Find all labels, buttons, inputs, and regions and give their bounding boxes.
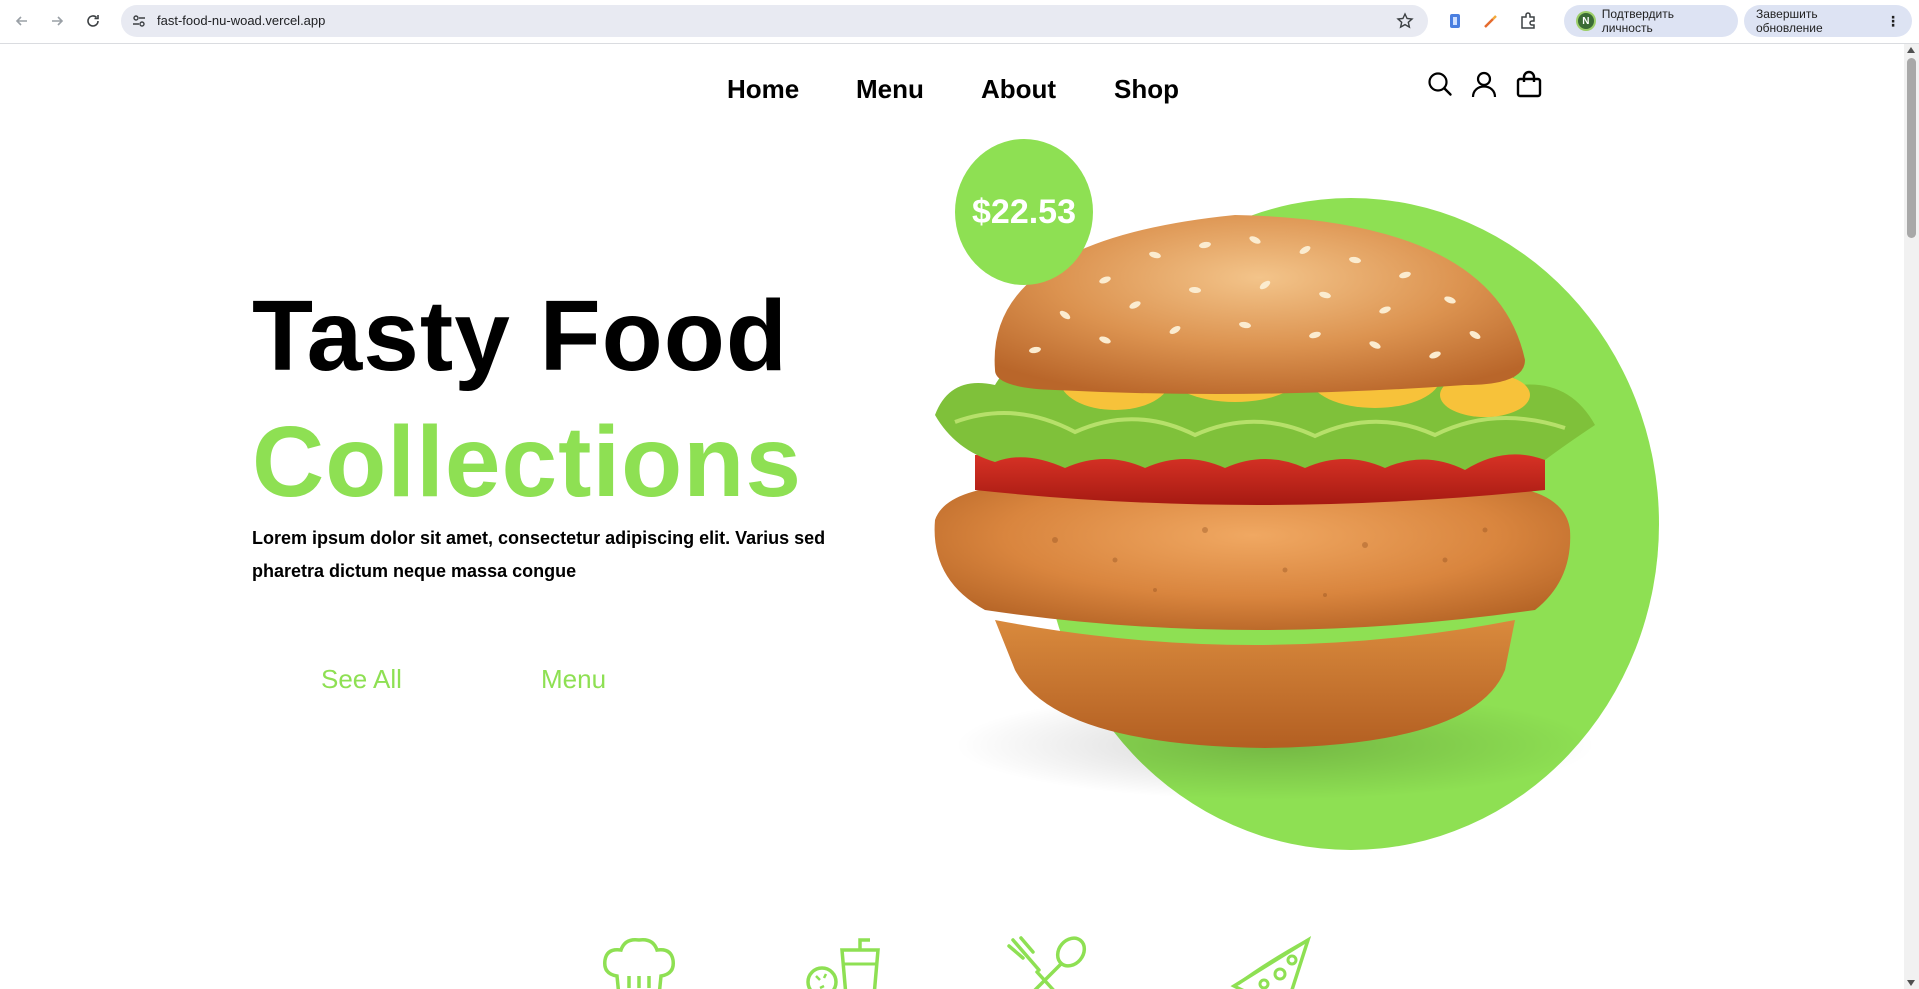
pizza-slice-icon bbox=[1230, 936, 1312, 989]
color-picker-icon[interactable] bbox=[1481, 11, 1501, 31]
verify-label: Подтвердить личность bbox=[1601, 7, 1675, 35]
chef-hat-icon bbox=[603, 937, 675, 989]
nav-about[interactable]: About bbox=[981, 74, 1056, 105]
scroll-up-icon[interactable] bbox=[1907, 47, 1915, 53]
meal-icon bbox=[806, 938, 880, 989]
url-text[interactable]: fast-food-nu-woad.vercel.app bbox=[157, 13, 325, 28]
back-icon[interactable] bbox=[11, 10, 33, 32]
scrollbar-thumb[interactable] bbox=[1907, 58, 1916, 238]
see-all-button[interactable]: See All bbox=[321, 664, 402, 695]
finish-update-button[interactable]: Завершить обновление ⋮ bbox=[1744, 5, 1912, 37]
hero-subtitle: Collections bbox=[252, 406, 802, 518]
more-menu-icon[interactable]: ⋮ bbox=[1886, 13, 1900, 30]
address-bar[interactable]: fast-food-nu-woad.vercel.app bbox=[121, 5, 1428, 37]
shopping-bag-icon[interactable] bbox=[1515, 70, 1543, 98]
browser-toolbar: fast-food-nu-woad.vercel.app N Подтверди… bbox=[0, 0, 1919, 44]
nav-shop[interactable]: Shop bbox=[1114, 74, 1179, 105]
price-text: $22.53 bbox=[972, 192, 1076, 231]
reload-icon[interactable] bbox=[82, 10, 104, 32]
nav-home[interactable]: Home bbox=[727, 74, 799, 105]
price-badge: $22.53 bbox=[955, 139, 1093, 285]
fork-spoon-icon bbox=[1007, 936, 1087, 989]
forward-icon[interactable] bbox=[46, 10, 68, 32]
bookmark-star-icon[interactable] bbox=[1396, 12, 1414, 30]
burger-image bbox=[934, 215, 1595, 800]
scroll-down-icon[interactable] bbox=[1907, 980, 1915, 986]
user-icon[interactable] bbox=[1470, 70, 1498, 98]
verify-identity-button[interactable]: N Подтвердить личность bbox=[1564, 5, 1738, 37]
site-settings-icon[interactable] bbox=[131, 13, 147, 29]
update-label: Завершить обновление bbox=[1756, 7, 1823, 35]
search-icon[interactable] bbox=[1426, 70, 1454, 98]
nav-menu[interactable]: Menu bbox=[856, 74, 924, 105]
page-scrollbar[interactable] bbox=[1904, 44, 1919, 989]
extension-icon[interactable] bbox=[1445, 11, 1465, 31]
hero-description: Lorem ipsum dolor sit amet, consectetur … bbox=[252, 528, 826, 581]
puzzle-icon[interactable] bbox=[1518, 11, 1538, 31]
hero-title: Tasty Food bbox=[252, 280, 788, 392]
profile-avatar: N bbox=[1576, 11, 1596, 31]
menu-button[interactable]: Menu bbox=[541, 664, 606, 695]
